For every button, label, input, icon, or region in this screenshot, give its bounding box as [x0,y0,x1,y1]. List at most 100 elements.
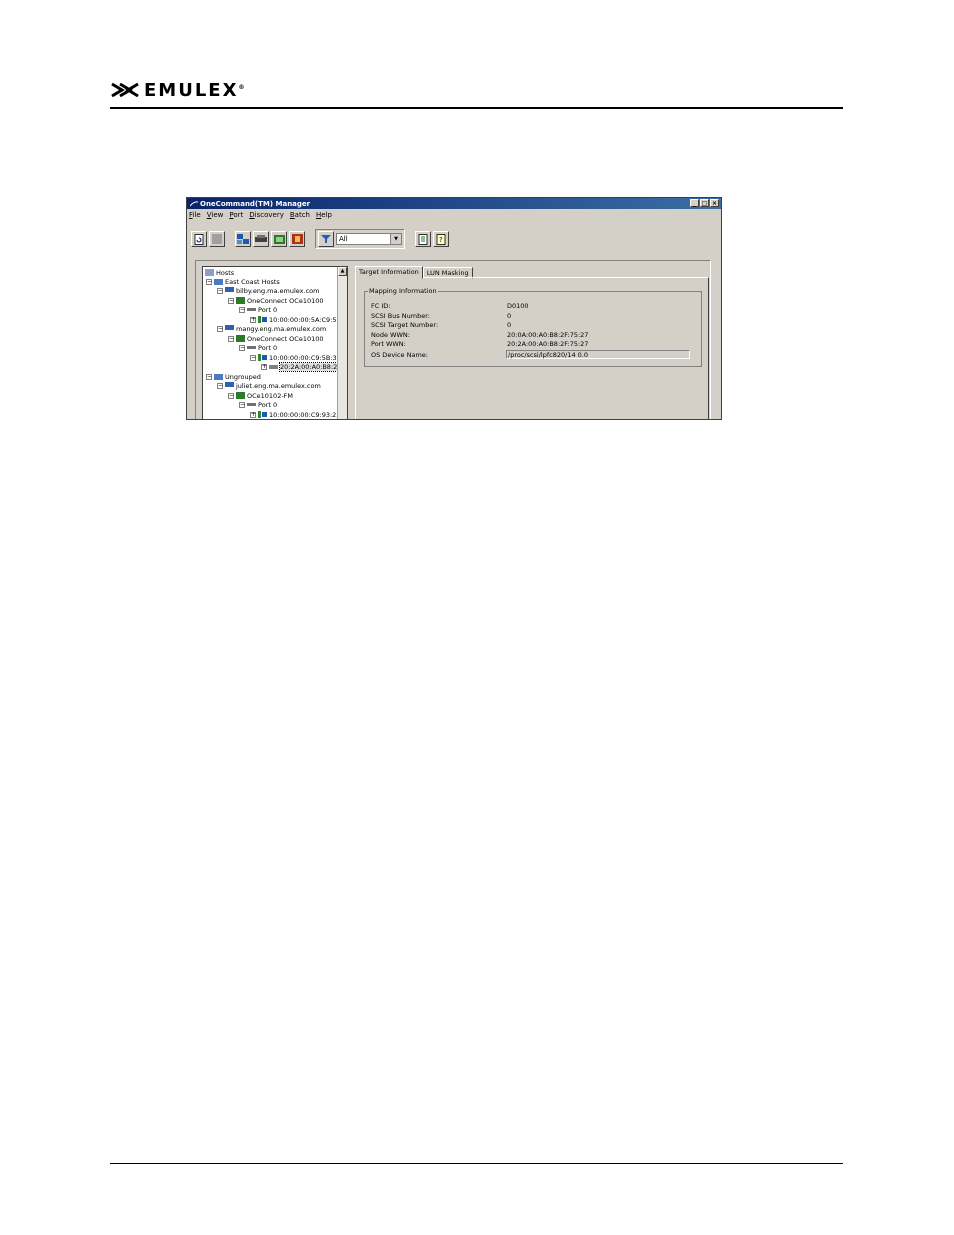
tree-scrollbar[interactable]: ▲ [337,267,347,419]
host-icon [225,325,234,330]
fc-id-label: FC ID: [371,302,391,310]
menu-port[interactable]: Port [229,211,243,219]
menu-discovery[interactable]: Discovery [249,211,284,219]
title-bar: OneCommand(TM) Manager _ □ × [187,198,721,209]
filter-select-value: All [339,235,348,243]
scsi-bus-number-label: SCSI Bus Number: [371,312,430,320]
tree-node-target[interactable]: − 10:00:00:00:C9:5B:30 [250,353,341,362]
export-button[interactable] [415,231,431,247]
tree-node-label: 20:2A:00:A0:B8:2 [278,361,339,372]
group-title: Mapping Information [368,287,438,295]
filter-icon [321,235,331,243]
menu-view[interactable]: View [207,211,224,219]
minimize-button[interactable]: _ [690,199,699,207]
tree-node-label: mangy.eng.ma.emulex.com [236,324,327,333]
port-wwn-value: 20:2A:00:A0:B8:2F:75:27 [507,340,589,348]
adapter-icon [236,392,245,399]
tree-node-hosts[interactable]: Hosts [205,268,234,277]
port-icon [247,308,256,311]
refresh-button[interactable] [191,231,207,247]
tree-node-label: 10:00:00:00:C9:5B:30 [269,353,341,362]
tree-node-label: 10:00:00:00:C9:93:25 [269,410,341,419]
tree-node-adapter[interactable]: − OneConnect OCe10100 [228,334,324,343]
adapter-icon [236,335,245,342]
tree-node-label: OCe10102-FM [247,391,294,400]
fc-id-value: D0100 [507,302,529,310]
tree-node-lun[interactable]: + 20:2A:00:A0:B8:2 [261,361,339,372]
host-view-icon [237,234,249,244]
brand-name: EMULEX® [144,79,245,101]
footer-rule [110,1163,843,1164]
tree-node-label: OneConnect OCe10100 [247,296,324,305]
header-rule [110,107,843,109]
tree-node-target[interactable]: + 10:00:00:00:5A:C9:58:3 [250,315,347,324]
os-device-name-label: OS Device Name: [371,351,428,359]
scsi-target-number-label: SCSI Target Number: [371,321,439,329]
discovery-icon [291,234,303,244]
lun-icon [269,365,278,369]
tree-node-label: Port 0 [258,343,278,352]
adapter-view-icon [273,234,285,244]
scroll-up-icon[interactable]: ▲ [338,267,347,276]
tree-node-group[interactable]: − East Coast Hosts [206,277,280,286]
node-wwn-value: 20:0A:00:A0:B8:2F:75:27 [507,331,589,339]
os-device-name-field[interactable]: /proc/scsi/lpfc820/14 0.0 [506,350,690,359]
menu-help[interactable]: Help [316,211,332,219]
window-title: OneCommand(TM) Manager [200,199,311,208]
tree-node-port[interactable]: − Port 0 [239,305,277,314]
content-frame: Hosts − East Coast Hosts − bilby.eng.ma.… [195,260,711,419]
tree-node-adapter[interactable]: − OCe10102-FM [228,391,293,400]
tree-node-label: OneConnect OCe10100 [247,334,324,343]
help-icon: ? [436,233,446,245]
blank-button[interactable] [209,231,225,247]
tree-node-group[interactable]: − Ungrouped [206,372,261,381]
host-view-button[interactable] [235,231,251,247]
filter-button[interactable] [318,231,334,247]
menu-file[interactable]: File [189,211,201,219]
adapter-view-button[interactable] [271,231,287,247]
app-icon [190,200,198,206]
hosts-icon [205,269,214,276]
tree-node-target[interactable]: + 10:00:00:00:C9:93:25 [250,410,340,419]
tab-target-information[interactable]: Target Information [355,266,423,279]
export-icon [418,233,428,245]
fabric-view-button[interactable] [253,231,269,247]
tree-node-port[interactable]: − Port 0 [239,343,277,352]
tree-node-label: Hosts [216,268,235,277]
help-button[interactable]: ? [433,231,449,247]
scsi-bus-number-value: 0 [507,312,512,320]
svg-text:?: ? [439,236,443,244]
host-icon [225,287,234,292]
maximize-button[interactable]: □ [700,199,709,207]
toolbar: All ▼ ? [191,228,449,250]
menu-batch[interactable]: Batch [290,211,310,219]
tree-node-label: Port 0 [258,400,278,409]
chevron-down-icon: ▼ [390,234,401,244]
tree-node-host[interactable]: − mangy.eng.ma.emulex.com [217,324,326,333]
node-wwn-label: Node WWN: [371,331,410,339]
emulex-logo: EMULEX® [110,79,245,101]
onecommand-window: OneCommand(TM) Manager _ □ × File View P… [186,197,722,420]
filter-box: All ▼ [315,229,405,249]
filter-select[interactable]: All ▼ [336,233,402,245]
scsi-target-number-value: 0 [507,321,512,329]
host-tree: Hosts − East Coast Hosts − bilby.eng.ma.… [202,266,348,419]
tree-node-label: Ungrouped [225,372,261,381]
port-icon [247,403,256,406]
target-information-panel: Mapping Information FC ID: D0100 SCSI Bu… [355,277,709,419]
menu-bar: File View Port Discovery Batch Help [187,209,721,220]
close-button[interactable]: × [710,199,719,207]
tree-node-host[interactable]: − bilby.eng.ma.emulex.com [217,286,319,295]
target-icon [258,354,267,361]
target-icon [258,316,267,323]
host-icon [225,382,234,387]
tree-node-label: bilby.eng.ma.emulex.com [236,286,320,295]
tree-node-adapter[interactable]: − OneConnect OCe10100 [228,296,324,305]
tree-node-label: 10:00:00:00:5A:C9:58:3 [269,315,347,324]
tree-node-host[interactable]: − juliet.eng.ma.emulex.com [217,381,321,390]
adapter-icon [236,297,245,304]
target-icon [258,411,267,418]
discovery-button[interactable] [289,231,305,247]
group-icon [214,374,223,380]
tree-node-port[interactable]: − Port 0 [239,400,277,409]
